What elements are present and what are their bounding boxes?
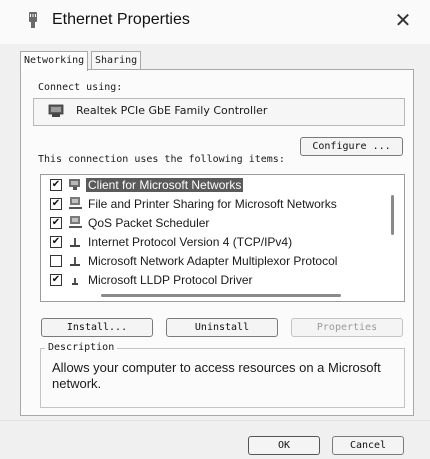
configure-button[interactable]: Configure ... [300,137,403,156]
list-item[interactable]: ✔ Microsoft LLDP Protocol Driver [41,271,381,290]
item-checkbox[interactable]: ✔ [50,217,62,229]
item-checkbox[interactable] [50,255,62,267]
window-title: Ethernet Properties [52,11,190,28]
horizontal-scrollbar[interactable] [101,294,341,297]
title-bar: Ethernet Properties ✕ [0,0,430,44]
ok-button[interactable]: OK [248,436,320,455]
uninstall-button[interactable]: Uninstall [166,318,278,337]
ethernet-plug-icon [29,12,37,28]
item-label: Microsoft LLDP Protocol Driver [88,273,253,287]
list-item[interactable]: ✔ QoS Packet Scheduler [41,214,381,233]
items-label: This connection uses the following items… [38,154,285,165]
description-legend: Description [45,342,118,353]
footer-divider [0,420,430,421]
adapter-name: Realtek PCIe GbE Family Controller [76,104,268,117]
list-item[interactable]: Microsoft Network Adapter Multiplexor Pr… [41,252,381,271]
adapter-field: Realtek PCIe GbE Family Controller [33,98,405,126]
item-label: Client for Microsoft Networks [86,178,244,192]
tab-networking[interactable]: Networking [20,51,89,71]
item-label: File and Printer Sharing for Microsoft N… [88,197,337,211]
close-button[interactable]: ✕ [390,8,416,34]
protocol-icon [70,238,80,247]
protocol-icon [72,278,78,285]
vertical-scrollbar[interactable] [391,195,394,235]
item-label: Internet Protocol Version 4 (TCP/IPv4) [88,235,293,249]
install-button[interactable]: Install... [41,318,153,337]
item-checkbox[interactable]: ✔ [50,179,62,191]
list-item[interactable]: ✔ Internet Protocol Version 4 (TCP/IPv4) [41,233,381,252]
cancel-button[interactable]: Cancel [332,436,404,455]
item-checkbox[interactable]: ✔ [50,198,62,210]
network-adapter-icon [48,104,64,117]
list-item[interactable]: ✔ File and Printer Sharing for Microsoft… [41,195,381,214]
description-text: Allows your computer to access resources… [52,360,381,391]
network-client-icon [69,179,80,190]
tab-sharing[interactable]: Sharing [91,51,142,70]
properties-button[interactable]: Properties [291,318,403,337]
item-checkbox[interactable]: ✔ [50,236,62,248]
connect-using-label: Connect using: [38,82,123,93]
item-label: Microsoft Network Adapter Multiplexor Pr… [88,254,338,268]
protocol-icon [70,257,80,266]
item-checkbox[interactable]: ✔ [50,274,62,286]
list-item[interactable]: ✔ Client for Microsoft Networks [41,176,381,195]
network-service-icon [69,197,82,209]
item-label: QoS Packet Scheduler [88,216,210,230]
items-list[interactable]: ✔ Client for Microsoft Networks ✔ File a… [40,174,405,302]
network-service-icon [69,216,82,228]
